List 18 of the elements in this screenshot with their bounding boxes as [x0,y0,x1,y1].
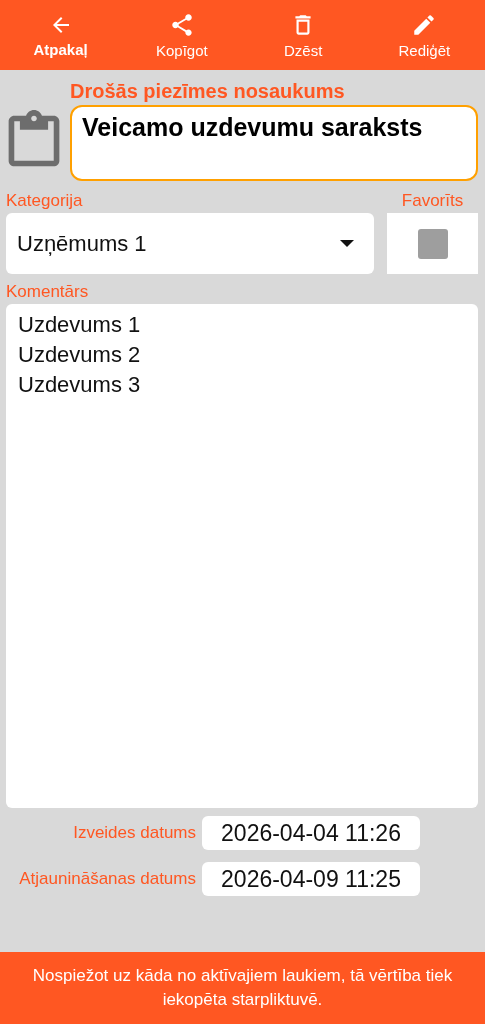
date-value[interactable]: 2026-04-04 11:26 [202,816,420,850]
favorite-label: Favorīts [401,191,464,211]
title-field[interactable]: Veicamo uzdevumu saraksts [70,105,478,181]
favorite-checkbox[interactable] [417,228,448,259]
date-value[interactable]: 2026-04-09 11:25 [202,862,420,896]
comment-line: Uzdevums 3 [18,371,142,399]
comment-label: Komentārs [6,282,90,302]
date-label: Izveides datums [72,822,196,844]
category-dropdown[interactable]: Uzņēmums 1 [6,213,374,274]
comment-line: Uzdevums 1 [18,311,142,339]
comment-line: Uzdevums 2 [18,341,142,369]
category-label: Kategorija [6,191,84,211]
info-banner: Nospiežot uz kāda no aktīvajiem laukiem, tā vērtība tiek iekopēta starpliktuvē. [0,952,485,1024]
dropdown-caret-icon [340,239,354,248]
comment-field[interactable]: Uzdevums 1 Uzdevums 2 Uzdevums 3 [6,304,478,808]
date-label: Atjaunināšanas datums [18,868,196,890]
category-value: Uzņēmums 1 [17,230,147,257]
title-label: Drošās piezīmes nosaukums [70,80,346,103]
